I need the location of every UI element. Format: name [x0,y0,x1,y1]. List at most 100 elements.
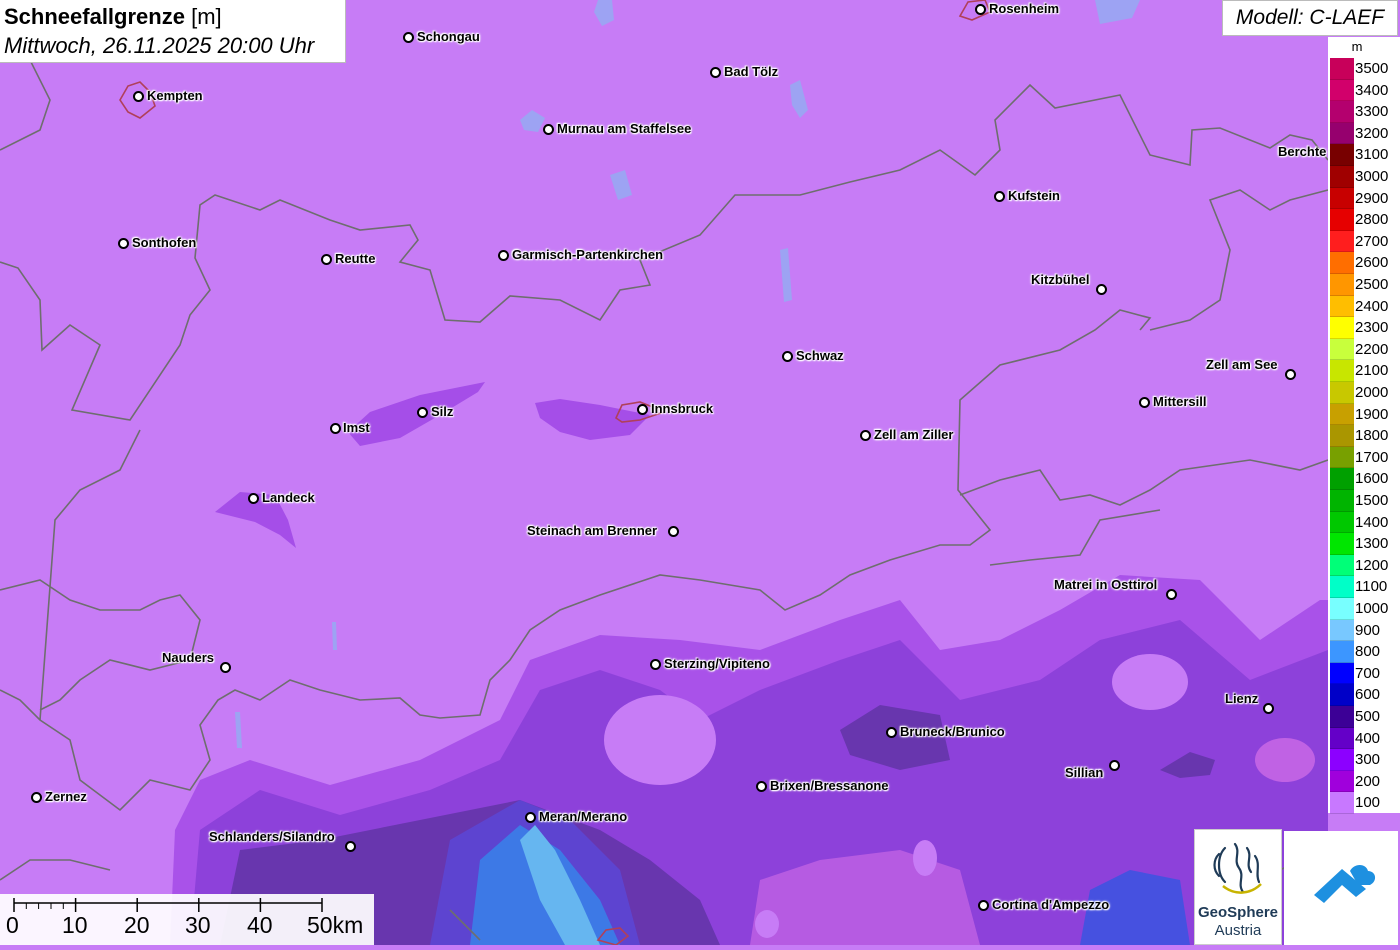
geosphere-logo-line1: GeoSphere [1197,904,1279,921]
cloud-arrow-icon [1314,865,1376,903]
city-marker[interactable] [637,404,648,415]
city-marker[interactable] [886,727,897,738]
legend-item: 3300 [1328,101,1400,123]
city-marker[interactable] [403,32,414,43]
legend-item: 800 [1328,641,1400,663]
map-title-main: Schneefallgrenze [4,4,185,29]
city-marker[interactable] [975,4,986,15]
city-label: Innsbruck [651,401,714,416]
city-marker[interactable] [860,430,871,441]
city-label: Schwaz [796,348,844,363]
city-marker[interactable] [1263,703,1274,714]
city-label: Garmisch-Partenkirchen [512,247,664,262]
legend-label: 1100 [1355,578,1388,596]
weather-app-logo[interactable] [1284,831,1398,945]
city-label: Berchte [1278,144,1327,159]
legend-label: 2200 [1355,340,1389,358]
city-label: Rosenheim [989,1,1060,16]
city-marker[interactable] [417,407,428,418]
map-canvas[interactable] [0,0,1400,945]
city-label: Kempten [147,88,203,103]
city-marker[interactable] [321,254,332,265]
city-marker[interactable] [330,423,341,434]
legend-swatch [1330,749,1354,771]
legend-swatch [1330,166,1354,188]
legend-label: 3400 [1355,81,1389,99]
city-marker[interactable] [978,900,989,911]
geosphere-icon [1213,842,1262,894]
legend-label: 2900 [1355,189,1389,207]
legend-label: 500 [1355,708,1381,725]
legend-item: 2900 [1328,187,1400,210]
city-marker[interactable] [1285,369,1296,380]
city-label: Kitzbühel [1031,272,1090,287]
city-marker[interactable] [133,91,144,102]
city-marker[interactable] [248,493,259,504]
legend-item: 300 [1328,749,1400,771]
legend-swatch [1330,598,1354,620]
legend-item: 1700 [1328,446,1400,469]
legend-item: 1200 [1328,554,1400,577]
title-panel: Schneefallgrenze [m] Mittwoch, 26.11.202… [0,0,346,63]
legend-item: 3000 [1328,166,1400,188]
city-marker[interactable] [994,191,1005,202]
model-label: Modell: C-LAEF [1222,0,1398,36]
legend-swatch [1330,338,1354,361]
city-label: Kufstein [1008,188,1060,203]
legend-item: 2600 [1328,252,1400,274]
legend-swatch [1330,101,1354,123]
city-marker[interactable] [543,124,554,135]
city-label: Silz [431,404,454,419]
city-marker[interactable] [1139,397,1150,408]
legend-label: 2000 [1355,384,1389,401]
legend-item: 3400 [1328,79,1400,102]
legend-label: 1000 [1355,600,1389,617]
city-marker[interactable] [220,662,231,673]
city-marker[interactable] [782,351,793,362]
city-label: Murnau am Staffelsee [557,121,692,136]
legend-item: 2700 [1328,230,1400,253]
city-marker[interactable] [710,67,721,78]
legend-unit: m [1351,39,1363,54]
scale-label-20: 20 [124,912,150,938]
geosphere-logo[interactable]: GeoSphere Austria [1194,829,1282,945]
legend-swatch [1330,468,1354,490]
city-marker[interactable] [756,781,767,792]
geosphere-logo-line2: Austria [1214,922,1262,939]
legend-swatch [1330,706,1354,728]
city-marker[interactable] [345,841,356,852]
legend-label: 3100 [1355,146,1389,164]
city-marker[interactable] [650,659,661,670]
legend-label: 3500 [1355,60,1389,77]
city-label: Imst [343,420,370,435]
legend-swatch [1330,662,1354,685]
city-marker[interactable] [498,250,509,261]
scale-label-0: 0 [6,912,19,938]
legend-swatch [1330,533,1354,555]
city-marker[interactable] [118,238,129,249]
city-label: Matrei in Osttirol [1054,577,1158,592]
legend-item: 2300 [1328,317,1400,339]
legend-label: 1600 [1355,470,1389,488]
city-marker[interactable] [1109,760,1120,771]
terrain-shading [0,0,1400,945]
city-marker[interactable] [1096,284,1107,295]
city-label: Reutte [335,251,376,266]
legend-swatch [1330,619,1354,642]
legend-label: 2600 [1355,254,1389,272]
city-marker[interactable] [668,526,679,537]
city-marker[interactable] [525,812,536,823]
city-label: Brixen/Bressanone [770,778,889,793]
legend-swatch [1330,792,1354,814]
legend-label: 1500 [1355,492,1389,509]
city-label: Zell am See [1206,357,1278,372]
legend-swatch [1330,58,1354,80]
city-label: Meran/Merano [539,809,628,824]
legend-item: 1800 [1328,425,1400,447]
legend-swatch [1330,360,1354,382]
legend-label: 400 [1355,729,1381,747]
legend-swatch [1330,295,1354,318]
legend-swatch [1330,511,1354,534]
city-marker[interactable] [31,792,42,803]
city-marker[interactable] [1166,589,1177,600]
